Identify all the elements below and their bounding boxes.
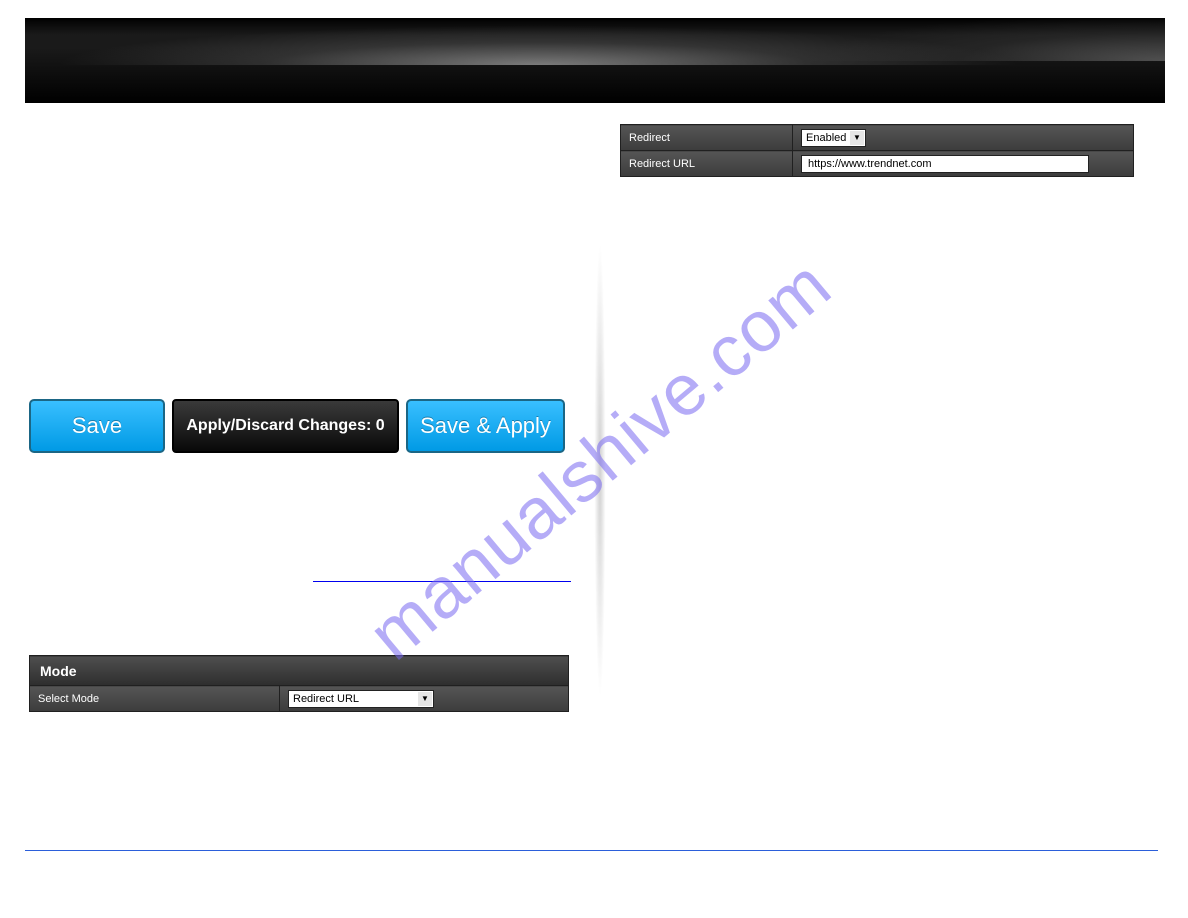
bottom-rule: [25, 850, 1158, 851]
redirect-value-cell: Enabled ▼: [793, 125, 1134, 151]
header-banner: [25, 18, 1165, 103]
action-bar: Save Apply/Discard Changes: 0 Save & App…: [29, 399, 565, 453]
redirect-url-value-cell: [793, 151, 1134, 177]
redirect-config-table: Redirect Enabled ▼ Redirect URL: [620, 124, 1134, 177]
mode-select-label: Select Mode: [30, 686, 280, 712]
banner-highlight-2: [595, 18, 1165, 61]
redirect-url-label: Redirect URL: [621, 151, 793, 177]
mode-select-wrap[interactable]: Redirect URL ▼: [288, 690, 434, 708]
redirect-select[interactable]: Enabled: [802, 130, 865, 146]
mode-table: Mode Select Mode Redirect URL ▼: [29, 655, 569, 712]
redirect-select-wrap[interactable]: Enabled ▼: [801, 129, 866, 147]
link-underline[interactable]: [313, 581, 571, 582]
mode-select-cell: Redirect URL ▼: [280, 686, 569, 712]
changes-status: Apply/Discard Changes: 0: [172, 399, 399, 453]
mode-select[interactable]: Redirect URL: [289, 691, 433, 707]
column-divider: [592, 110, 608, 830]
redirect-url-row: Redirect URL: [621, 151, 1134, 177]
redirect-url-input[interactable]: [801, 155, 1089, 173]
redirect-label: Redirect: [621, 125, 793, 151]
save-button[interactable]: Save: [29, 399, 165, 453]
mode-row: Select Mode Redirect URL ▼: [30, 686, 569, 712]
redirect-row: Redirect Enabled ▼: [621, 125, 1134, 151]
save-apply-button[interactable]: Save & Apply: [406, 399, 565, 453]
mode-header: Mode: [30, 656, 569, 686]
